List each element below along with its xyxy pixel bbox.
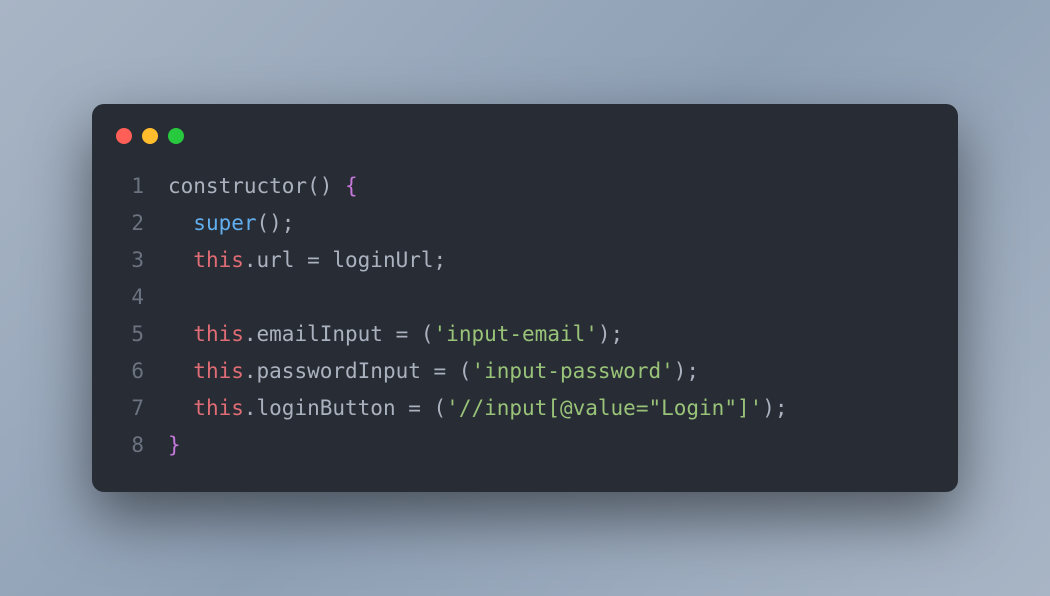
code-line: 7 this.loginButton = ('//input[@value="L… [116, 390, 934, 427]
code-token [168, 396, 193, 420]
code-line: 1 constructor() { [116, 168, 934, 205]
code-token: } [168, 433, 181, 457]
code-token [168, 359, 193, 383]
code-token: this [193, 322, 244, 346]
code-token [168, 211, 193, 235]
line-content: super(); [168, 205, 294, 242]
code-token: .loginButton = ( [244, 396, 446, 420]
line-number: 8 [116, 427, 144, 464]
code-line: 8} [116, 427, 934, 464]
code-token: 'input-password' [471, 359, 673, 383]
line-number: 3 [116, 242, 144, 279]
line-content: this.loginButton = ('//input[@value="Log… [168, 390, 788, 427]
line-number: 7 [116, 390, 144, 427]
line-content: constructor() { [168, 168, 358, 205]
line-number: 4 [116, 279, 144, 316]
code-token [168, 248, 193, 272]
code-token: () [307, 174, 345, 198]
code-token: this [193, 359, 244, 383]
code-token: this [193, 396, 244, 420]
line-content: } [168, 427, 181, 464]
code-token: this [193, 248, 244, 272]
line-content: this.url = loginUrl; [168, 242, 446, 279]
line-number: 2 [116, 205, 144, 242]
code-token: ); [598, 322, 623, 346]
line-number: 1 [116, 168, 144, 205]
code-token: .url = loginUrl; [244, 248, 446, 272]
close-icon[interactable] [116, 128, 132, 144]
maximize-icon[interactable] [168, 128, 184, 144]
code-token: 'input-email' [434, 322, 598, 346]
code-token: .emailInput = ( [244, 322, 434, 346]
code-token: '//input[@value="Login"]' [446, 396, 762, 420]
code-token: .passwordInput = ( [244, 359, 472, 383]
code-token [168, 322, 193, 346]
line-number: 6 [116, 353, 144, 390]
code-line: 2 super(); [116, 205, 934, 242]
code-token: super [193, 211, 256, 235]
code-line: 6 this.passwordInput = ('input-password'… [116, 353, 934, 390]
code-window: 1constructor() {2 super();3 this.url = l… [92, 104, 958, 492]
line-number: 5 [116, 316, 144, 353]
code-token: ); [674, 359, 699, 383]
code-token: ); [762, 396, 787, 420]
code-line: 4 [116, 279, 934, 316]
code-token: (); [257, 211, 295, 235]
minimize-icon[interactable] [142, 128, 158, 144]
code-line: 5 this.emailInput = ('input-email'); [116, 316, 934, 353]
line-content: this.emailInput = ('input-email'); [168, 316, 623, 353]
line-content: this.passwordInput = ('input-password'); [168, 353, 699, 390]
code-token: { [345, 174, 358, 198]
code-content: 1constructor() {2 super();3 this.url = l… [92, 168, 958, 464]
window-controls [92, 128, 958, 168]
code-line: 3 this.url = loginUrl; [116, 242, 934, 279]
code-token: constructor [168, 174, 307, 198]
